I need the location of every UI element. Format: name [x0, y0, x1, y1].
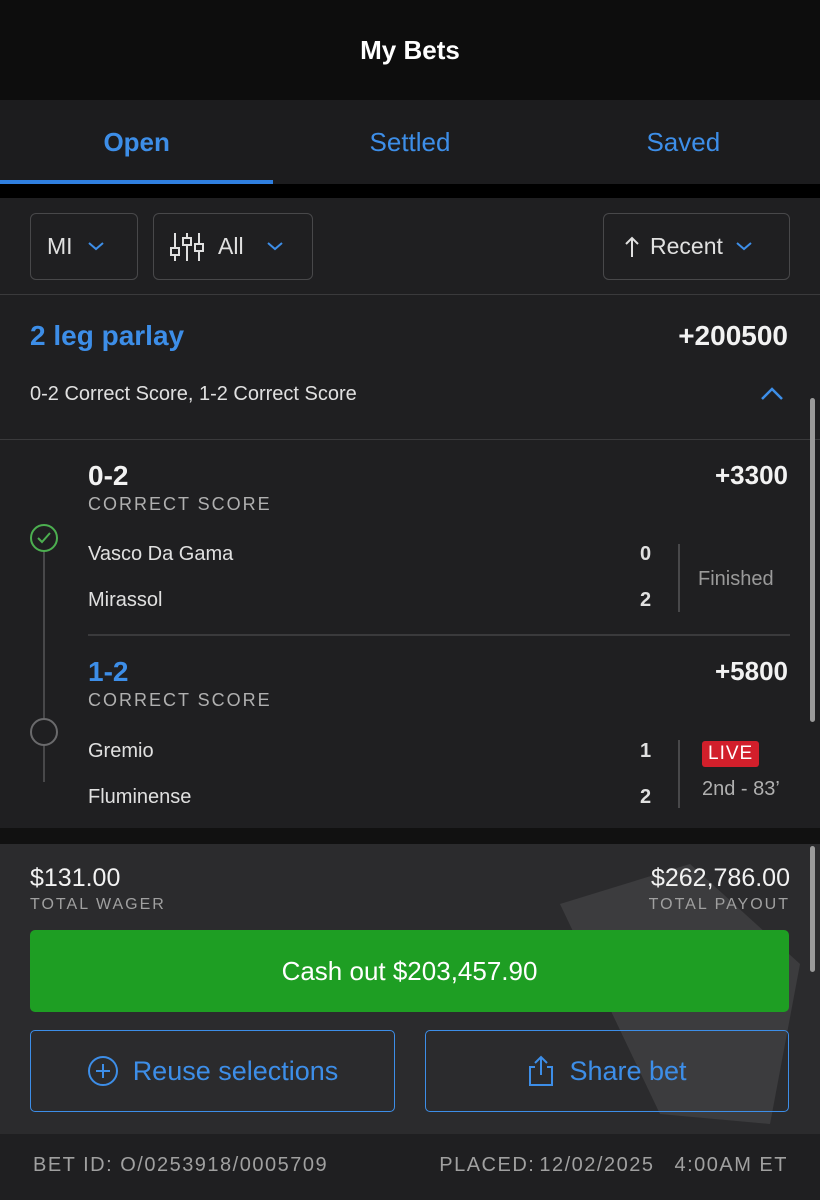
- away-score: 2: [640, 589, 652, 611]
- live-badge: LIVE: [702, 741, 760, 767]
- chevron-down-icon: [735, 235, 753, 258]
- leg-market: CORRECT SCORE: [88, 690, 272, 710]
- away-team: Fluminense: [88, 786, 192, 808]
- filter-bar: MI All Recent: [0, 198, 820, 295]
- share-bet-label: Share bet: [569, 1055, 687, 1086]
- state-filter-value: MI: [47, 233, 73, 259]
- home-team: Vasco Da Gama: [88, 543, 234, 565]
- placed-label: PLACED:: [439, 1154, 536, 1176]
- bet-meta: BET ID: O/0253918/0005709 PLACED: 12/02/2…: [0, 1134, 820, 1200]
- tab-open[interactable]: Open: [0, 100, 274, 184]
- leg-odds: +5800: [714, 656, 788, 686]
- total-wager: $131.00: [30, 864, 121, 892]
- home-score: 0: [640, 543, 652, 565]
- parlay-header[interactable]: 2 leg parlay +200500 0-2 Correct Score, …: [0, 295, 820, 440]
- parlay-leg: 1-2 CORRECT SCORE +5800 Gremio 1 Flumine…: [0, 636, 820, 844]
- away-team: Mirassol: [88, 589, 163, 611]
- leg-market: CORRECT SCORE: [88, 494, 272, 514]
- tab-settled[interactable]: Settled: [273, 100, 546, 184]
- bet-summary: $131.00 TOTAL WAGER $262,786.00 TOTAL PA…: [0, 844, 820, 1134]
- chevron-up-icon[interactable]: [760, 381, 784, 409]
- sort-dropdown[interactable]: Recent: [603, 213, 790, 280]
- app-header: My Bets: [0, 0, 820, 100]
- share-bet-button[interactable]: Share bet: [425, 1030, 789, 1112]
- sliders-icon: [170, 231, 204, 263]
- placed-date: 12/02/2025: [539, 1154, 655, 1176]
- bet-id: BET ID: O/0253918/0005709: [33, 1154, 329, 1176]
- parlay-leg: 0-2 CORRECT SCORE +3300 Vasco Da Gama 0 …: [0, 440, 820, 636]
- leg-selection: 0-2: [88, 460, 129, 491]
- total-payout: $262,786.00: [650, 864, 790, 892]
- page-title: My Bets: [360, 34, 460, 65]
- bet-card: MI All Recent 2 leg parlay +200500 0-2 C…: [0, 198, 820, 844]
- home-team: Gremio: [88, 740, 154, 762]
- bet-type-filter-value: All: [218, 233, 244, 259]
- game-status: Finished: [698, 568, 774, 590]
- chevron-down-icon: [266, 235, 284, 258]
- arrow-up-icon: [624, 235, 640, 259]
- separator: [0, 184, 820, 198]
- leg-selection: 1-2: [88, 656, 129, 687]
- away-score: 2: [640, 786, 652, 808]
- reuse-selections-label: Reuse selections: [132, 1055, 339, 1086]
- placed-time: 4:00AM ET: [674, 1154, 788, 1176]
- divider: [678, 740, 680, 808]
- home-score: 1: [640, 740, 652, 762]
- leg-odds: +3300: [714, 460, 788, 490]
- plus-circle-icon: [87, 1055, 119, 1087]
- scrollbar[interactable]: [810, 398, 815, 722]
- bet-type-filter-dropdown[interactable]: All: [153, 213, 313, 280]
- tab-bar: Open Settled Saved: [0, 100, 820, 184]
- reuse-selections-button[interactable]: Reuse selections: [30, 1030, 395, 1112]
- separator: [0, 828, 820, 844]
- total-payout-label: TOTAL PAYOUT: [648, 896, 790, 913]
- game-clock: 2nd - 83’: [702, 778, 780, 800]
- sort-value: Recent: [650, 233, 723, 259]
- divider: [678, 544, 680, 612]
- chevron-down-icon: [87, 235, 105, 258]
- total-wager-label: TOTAL WAGER: [30, 896, 166, 913]
- scrollbar[interactable]: [810, 846, 815, 972]
- state-filter-dropdown[interactable]: MI: [30, 213, 138, 280]
- tab-saved[interactable]: Saved: [547, 100, 820, 184]
- cash-out-button[interactable]: Cash out $203,457.90: [30, 930, 789, 1012]
- parlay-description: 0-2 Correct Score, 1-2 Correct Score: [30, 383, 357, 405]
- share-icon: [527, 1055, 555, 1087]
- parlay-odds: +200500: [678, 320, 788, 351]
- placed-info: PLACED: 12/02/2025 4:00AM ET: [435, 1154, 788, 1177]
- parlay-title: 2 leg parlay: [30, 320, 185, 351]
